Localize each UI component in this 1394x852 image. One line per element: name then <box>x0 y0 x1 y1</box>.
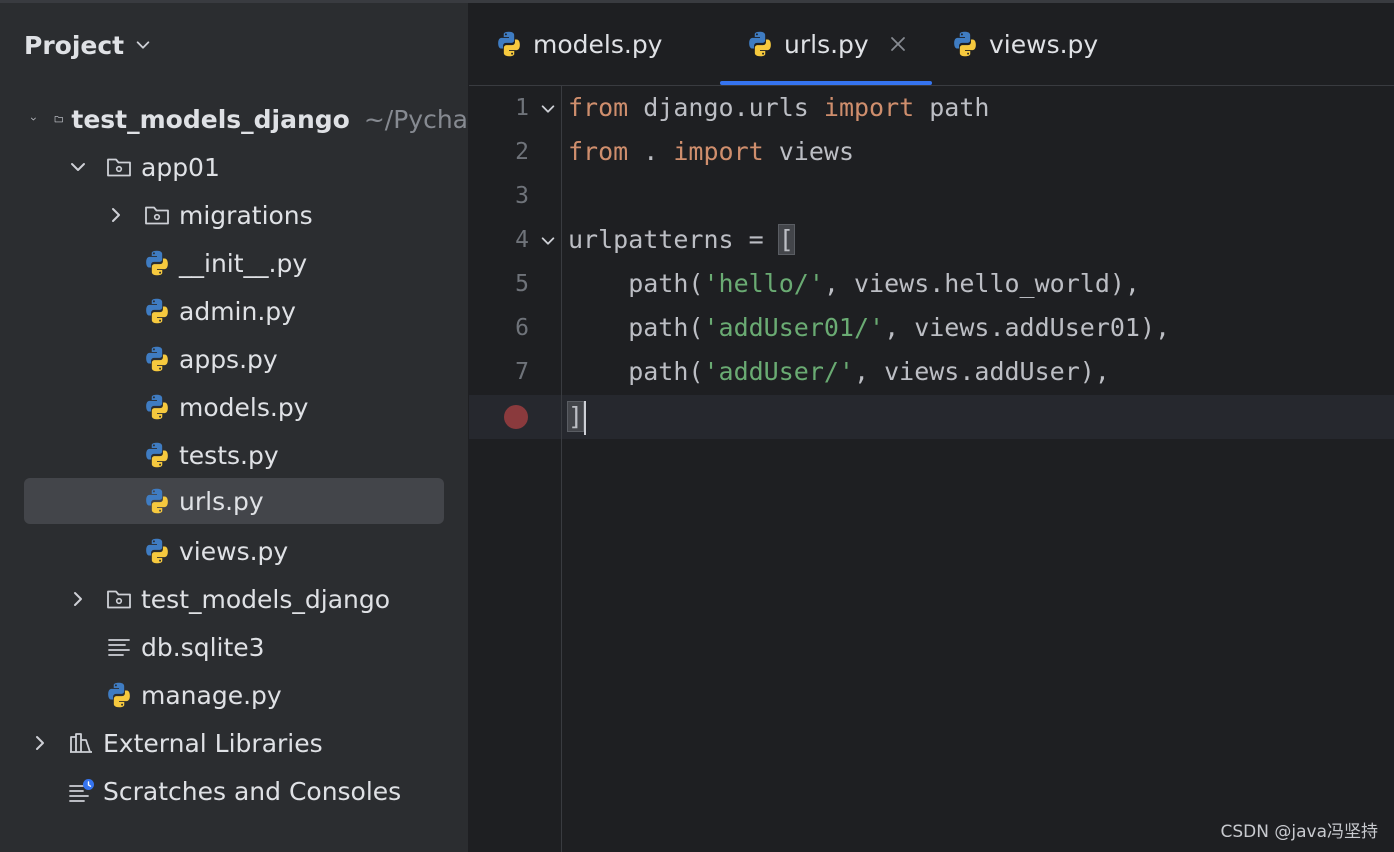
chevron-down-icon[interactable] <box>68 157 88 177</box>
python-file-icon <box>143 297 171 325</box>
tree-item-label: db.sqlite3 <box>141 632 265 662</box>
tab-label: urls.py <box>784 29 869 59</box>
line-number: 7 <box>515 359 529 385</box>
tab-urls-py[interactable]: urls.py <box>720 3 932 85</box>
tree-item-label: app01 <box>141 152 220 182</box>
scratches-icon <box>67 777 95 805</box>
code-line-4[interactable]: 4 urlpatterns = [ <box>469 219 1394 263</box>
project-panel: Project test_models_django ~/Pycha app01… <box>0 3 469 852</box>
tree-item-urls-py[interactable]: urls.py <box>0 478 468 524</box>
tab-label: views.py <box>989 29 1099 59</box>
fold-chevron-icon[interactable] <box>539 100 557 118</box>
tree-item-scratches[interactable]: Scratches and Consoles <box>0 768 468 814</box>
project-panel-title[interactable]: Project <box>24 27 152 63</box>
python-file-icon <box>143 537 171 565</box>
tree-item-label: __init__.py <box>179 248 308 278</box>
tree-item-label: tests.py <box>179 440 279 470</box>
line-number: 2 <box>515 139 529 165</box>
tree-item-label: admin.py <box>179 296 296 326</box>
python-file-icon <box>143 441 171 469</box>
tree-item-migrations[interactable]: migrations <box>0 192 468 238</box>
chevron-down-icon <box>134 36 152 54</box>
line-number: 5 <box>515 271 529 297</box>
text-caret <box>584 401 587 435</box>
matched-bracket: ] <box>566 401 585 432</box>
panel-title-label: Project <box>24 30 125 60</box>
tree-item-models-py[interactable]: models.py <box>0 384 468 430</box>
line-number: 4 <box>515 227 529 253</box>
code-text: from django.urls import path <box>568 93 990 122</box>
tree-item-label: views.py <box>179 536 289 566</box>
python-file-icon <box>143 345 171 373</box>
tree-item-apps-py[interactable]: apps.py <box>0 336 468 382</box>
breakpoint-icon[interactable] <box>504 405 528 429</box>
close-icon[interactable] <box>889 35 907 53</box>
line-number: 3 <box>515 183 529 209</box>
tree-item-path: ~/Pycha <box>363 104 468 134</box>
tree-item-label: External Libraries <box>103 728 323 758</box>
python-file-icon <box>143 393 171 421</box>
editor-area: models.py urls.py views.py 1 from django… <box>469 3 1394 852</box>
code-line-8[interactable]: ] <box>469 395 1394 439</box>
line-number: 6 <box>515 315 529 341</box>
tree-item-label: Scratches and Consoles <box>103 776 402 806</box>
tree-item-test-models-django-pkg[interactable]: test_models_django <box>0 576 468 622</box>
tree-item-views-py[interactable]: views.py <box>0 528 468 574</box>
fold-chevron-icon[interactable] <box>539 232 557 250</box>
code-text: path('hello/', views.hello_world), <box>568 269 1140 298</box>
line-number: 1 <box>515 95 529 121</box>
tree-item-label: test_models_django <box>71 104 350 134</box>
python-file-icon <box>143 487 171 515</box>
tree-item-manage-py[interactable]: manage.py <box>0 672 468 718</box>
tab-views-py[interactable]: views.py <box>951 3 1098 85</box>
chevron-down-icon[interactable] <box>30 109 37 129</box>
package-folder-icon <box>105 153 133 181</box>
editor-tab-bar: models.py urls.py views.py <box>469 3 1394 86</box>
python-file-icon <box>746 30 774 58</box>
code-line-3[interactable]: 3 <box>469 175 1394 219</box>
code-line-5[interactable]: 5 path('hello/', views.hello_world), <box>469 263 1394 307</box>
python-file-icon <box>495 30 523 58</box>
matched-bracket: [ <box>777 224 795 255</box>
code-text: from . import views <box>568 137 854 166</box>
code-line-6[interactable]: 6 path('addUser01/', views.addUser01), <box>469 307 1394 351</box>
tree-item-root[interactable]: test_models_django ~/Pycha <box>0 96 468 142</box>
code-line-2[interactable]: 2 from . import views <box>469 131 1394 175</box>
tab-label: models.py <box>533 29 663 59</box>
code-text: ] <box>566 401 587 435</box>
chevron-right-icon[interactable] <box>30 733 50 753</box>
code-text: path('addUser/', views.addUser), <box>568 357 1110 386</box>
tree-item-external-libraries[interactable]: External Libraries <box>0 720 468 766</box>
code-line-1[interactable]: 1 from django.urls import path <box>469 87 1394 131</box>
tree-item-label: models.py <box>179 392 309 422</box>
tree-item-label: urls.py <box>179 486 264 516</box>
tree-item-label: test_models_django <box>141 584 391 614</box>
folder-icon <box>54 105 64 133</box>
code-line-7[interactable]: 7 path('addUser/', views.addUser), <box>469 351 1394 395</box>
tree-item-tests-py[interactable]: tests.py <box>0 432 468 478</box>
tree-item-label: migrations <box>179 200 313 230</box>
tree-item-label: manage.py <box>141 680 282 710</box>
watermark: CSDN @java冯坚持 <box>1220 822 1379 842</box>
tree-item-init-py[interactable]: __init__.py <box>0 240 468 286</box>
code-text: path('addUser01/', views.addUser01), <box>568 313 1171 342</box>
python-file-icon <box>951 30 979 58</box>
tree-item-db-sqlite3[interactable]: db.sqlite3 <box>0 624 468 670</box>
library-icon <box>67 729 95 757</box>
text-file-icon <box>105 633 133 661</box>
package-folder-icon <box>105 585 133 613</box>
package-folder-icon <box>143 201 171 229</box>
tree-item-app01[interactable]: app01 <box>0 144 468 190</box>
active-tab-indicator <box>720 81 932 85</box>
chevron-right-icon[interactable] <box>68 589 88 609</box>
tab-models-py[interactable]: models.py <box>495 3 662 85</box>
code-text: urlpatterns = [ <box>568 224 795 255</box>
python-file-icon <box>105 681 133 709</box>
python-file-icon <box>143 249 171 277</box>
tree-item-admin-py[interactable]: admin.py <box>0 288 468 334</box>
chevron-right-icon[interactable] <box>106 205 126 225</box>
tree-item-label: apps.py <box>179 344 278 374</box>
